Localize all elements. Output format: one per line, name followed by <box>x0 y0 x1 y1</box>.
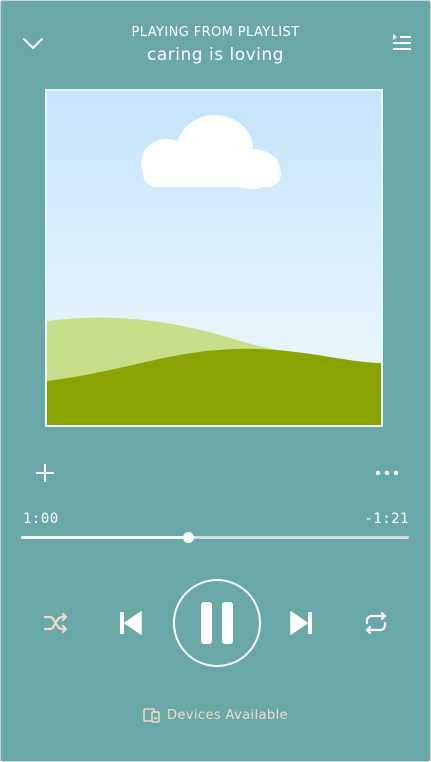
plus-icon <box>36 464 54 482</box>
shuffle-icon <box>43 612 68 634</box>
queue-list-icon <box>393 34 411 50</box>
next-track-button[interactable] <box>285 605 319 641</box>
landscape-illustration <box>47 91 381 425</box>
more-horizontal-icon <box>375 470 399 476</box>
elapsed-time: 1:00 <box>23 511 59 527</box>
progress-handle[interactable] <box>182 532 194 543</box>
shuffle-button[interactable] <box>39 607 73 639</box>
skip-previous-icon <box>120 611 142 635</box>
collapse-button[interactable] <box>19 31 47 57</box>
repeat-icon <box>365 612 387 634</box>
playing-from-label: PLAYING FROM PLAYLIST <box>131 25 300 40</box>
progress-fill <box>21 536 188 539</box>
more-options-button[interactable] <box>371 461 403 485</box>
queue-button[interactable] <box>387 29 417 55</box>
add-to-library-button[interactable] <box>31 459 59 487</box>
player-screen: PLAYING FROM PLAYLIST caring is loving 1… <box>0 0 431 762</box>
devices-available-button[interactable]: Devices Available <box>1 707 430 723</box>
progress-bar[interactable] <box>21 532 409 543</box>
pause-icon <box>201 602 233 644</box>
album-artwork <box>45 89 383 427</box>
playlist-name: caring is loving <box>147 45 284 65</box>
devices-icon <box>143 708 160 723</box>
repeat-button[interactable] <box>359 607 393 639</box>
devices-available-label: Devices Available <box>166 707 288 723</box>
chevron-down-icon <box>23 38 43 49</box>
remaining-time: -1:21 <box>364 511 409 527</box>
play-pause-button[interactable] <box>173 579 261 667</box>
skip-next-icon <box>290 611 312 635</box>
previous-track-button[interactable] <box>113 605 147 641</box>
